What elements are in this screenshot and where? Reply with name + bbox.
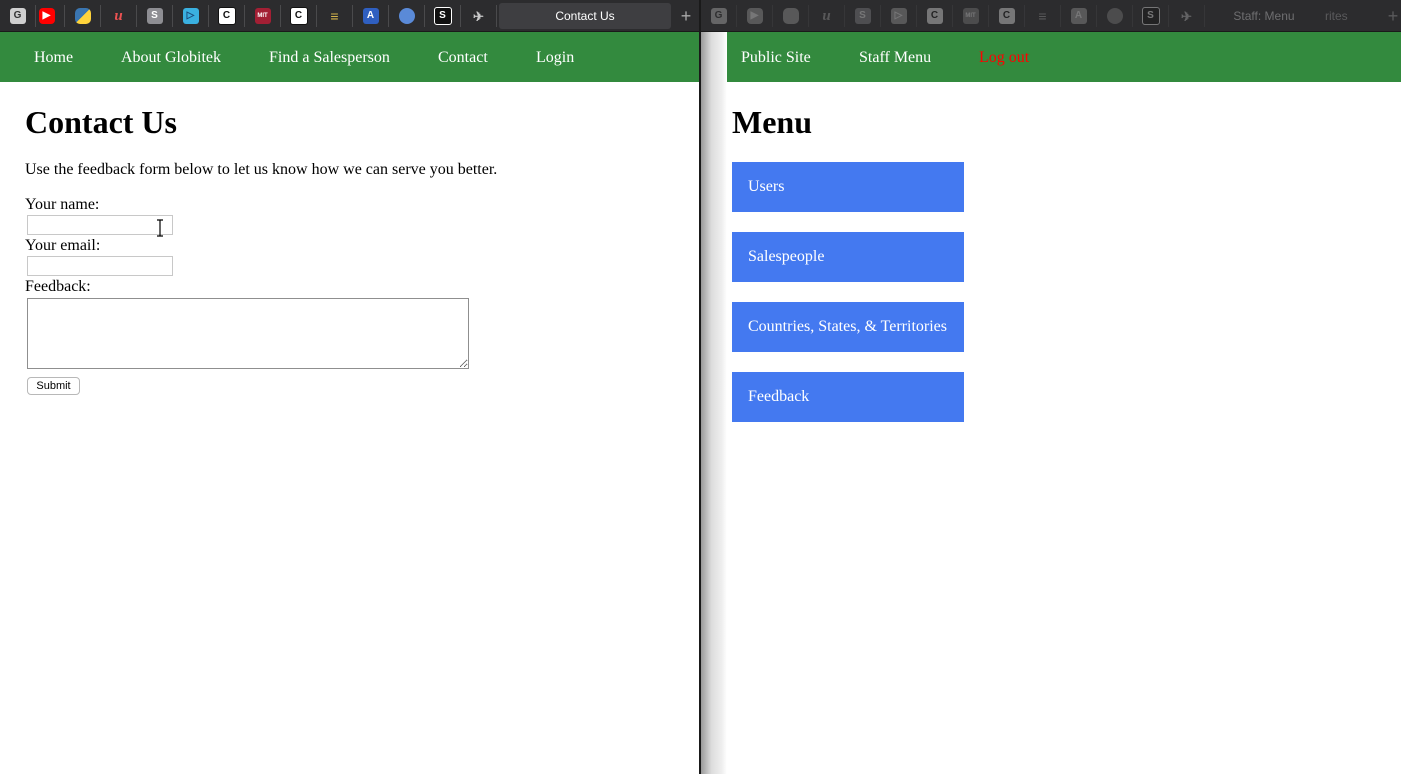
tab-play[interactable]: ▷ [881,5,917,27]
tab-lines[interactable]: ≡ [1025,5,1061,27]
tab-python[interactable] [65,5,101,27]
s-app-icon: S [146,8,163,24]
nav-about-globitek[interactable]: About Globitek [121,32,221,82]
youtube-icon: ▶ [38,8,55,24]
tab-staff-menu-title: Staff: Menu [1233,9,1295,23]
right-browser-window: G ▶ u S ▷ C MIT C ≡ A S ✈ Staff: Menu ri… [701,0,1401,774]
bird-icon: ✈ [1181,8,1192,24]
lines-icon: ≡ [1038,8,1047,24]
globe-icon [398,8,415,24]
s-stripe-icon: S [433,7,452,25]
s-stripe-icon: S [1141,7,1160,25]
tab-globe[interactable] [389,5,425,27]
tab-s-app[interactable]: S [137,5,173,27]
menu-item-salespeople[interactable]: Salespeople [732,232,964,282]
python-icon [782,8,799,24]
mit-ocw-icon: MIT [962,8,979,24]
nav-contact[interactable]: Contact [438,32,488,82]
nav-log-out[interactable]: Log out [979,32,1029,82]
codecademy-icon: C [217,7,236,25]
a-app-icon: A [1070,8,1087,24]
active-tab-contact-us[interactable]: Contact Us [499,3,671,29]
text-cursor-icon [157,219,163,237]
menu-item-feedback[interactable]: Feedback [732,372,964,422]
new-tab-icon[interactable]: + [1383,6,1401,26]
feedback-textarea[interactable] [27,298,469,369]
tab-bar: G ▶ u S ▷ C MIT C ≡ A S ✈ Contact Us + [0,0,699,32]
tab-python[interactable] [773,5,809,27]
site-nav-bar: Home About Globitek Find a Salesperson C… [0,32,699,82]
staff-nav-bar: Public Site Staff Menu Log out [701,32,1401,82]
nav-login[interactable]: Login [536,32,574,82]
tab-partial-title: rites [1325,9,1348,23]
menu-item-users[interactable]: Users [732,162,964,212]
name-label: Your name: [25,196,100,213]
play-icon: ▷ [182,8,199,24]
tab-codecademy[interactable]: C [209,5,245,27]
window-edge-shadow [701,32,727,774]
tab-udemy[interactable]: u [101,5,137,27]
tab-mit-ocw[interactable]: MIT [245,5,281,27]
nav-home[interactable]: Home [34,32,73,82]
codecademy-icon: C [289,7,308,25]
tab-s-stripe[interactable]: S [425,5,461,27]
email-input[interactable] [27,256,173,276]
globe-icon [1106,8,1123,24]
tab-s-stripe[interactable]: S [1133,5,1169,27]
globitek-icon: G [710,8,727,24]
menu-item-countries[interactable]: Countries, States, & Territories [732,302,964,352]
nav-public-site[interactable]: Public Site [741,32,811,82]
tab-youtube[interactable]: ▶ [737,5,773,27]
codecademy-icon: C [998,8,1015,24]
intro-text: Use the feedback form below to let us kn… [25,161,498,178]
tab-bar-inactive: G ▶ u S ▷ C MIT C ≡ A S ✈ Staff: Menu ri… [701,0,1401,32]
tab-udemy[interactable]: u [809,5,845,27]
tab-lines[interactable]: ≡ [317,5,353,27]
tab-a-app[interactable]: A [353,5,389,27]
youtube-icon: ▶ [746,8,763,24]
tab-mit-ocw[interactable]: MIT [953,5,989,27]
tab-codecademy-2[interactable]: C [989,5,1025,27]
page-title: Contact Us [25,104,177,140]
tab-codecademy-2[interactable]: C [281,5,317,27]
tab-bird[interactable]: ✈ [1169,5,1205,27]
a-app-icon: A [362,8,379,24]
submit-button[interactable]: Submit [27,377,80,395]
tab-partial[interactable]: rites [1323,3,1380,29]
play-icon: ▷ [890,8,907,24]
new-tab-icon[interactable]: + [676,6,696,26]
tab-s-app[interactable]: S [845,5,881,27]
active-tab-title: Contact Us [555,9,615,23]
tab-a-app[interactable]: A [1061,5,1097,27]
tab-bird[interactable]: ✈ [461,5,497,27]
bird-icon: ✈ [473,8,484,24]
menu-title: Menu [732,104,812,140]
udemy-icon: u [114,7,123,24]
tab-codecademy[interactable]: C [917,5,953,27]
s-app-icon: S [854,8,871,24]
globitek-icon: G [9,8,26,24]
lines-icon: ≡ [330,8,339,24]
tab-youtube[interactable]: ▶ [29,5,65,27]
left-browser-window: G ▶ u S ▷ C MIT C ≡ A S ✈ Contact Us + H… [0,0,699,774]
nav-find-salesperson[interactable]: Find a Salesperson [269,32,390,82]
python-icon [74,8,91,24]
name-input[interactable] [27,215,173,235]
feedback-label: Feedback: [25,278,91,295]
email-label: Your email: [25,237,101,254]
tab-staff-menu[interactable]: Staff: Menu [1205,3,1323,29]
mit-ocw-icon: MIT [254,8,271,24]
tab-globe[interactable] [1097,5,1133,27]
tab-globitek[interactable]: G [701,5,737,27]
tab-play[interactable]: ▷ [173,5,209,27]
udemy-icon: u [822,7,831,24]
nav-staff-menu[interactable]: Staff Menu [859,32,931,82]
codecademy-icon: C [926,8,943,24]
